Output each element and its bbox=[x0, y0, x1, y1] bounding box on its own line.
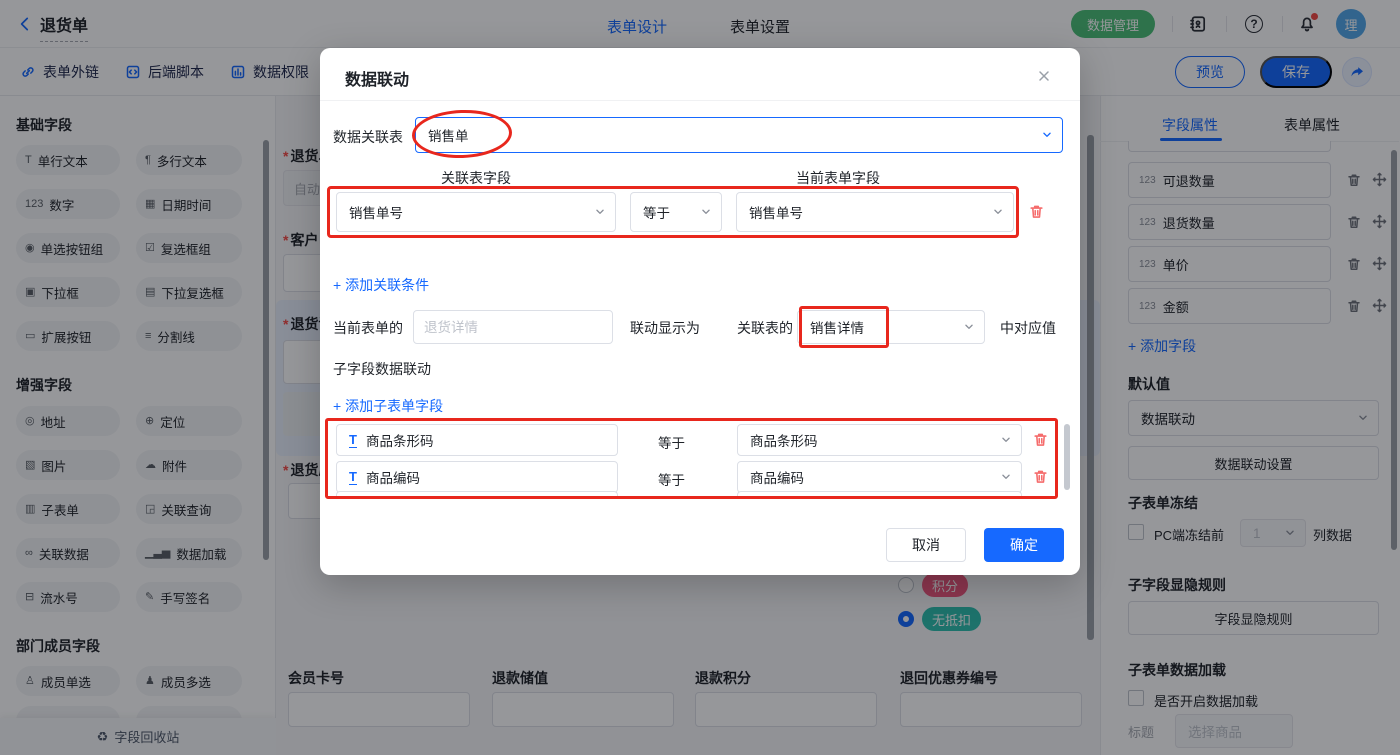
column-header-left: 关联表字段 bbox=[336, 168, 616, 188]
subrow-operator: 等于 bbox=[658, 469, 685, 489]
chevron-down-icon bbox=[999, 470, 1013, 484]
subrow-operator: 等于 bbox=[658, 432, 685, 452]
chevron-down-icon bbox=[962, 320, 976, 334]
input-value: 商品条形码 bbox=[366, 430, 434, 450]
subrow-partial bbox=[737, 491, 1022, 497]
condition-operator-select[interactable]: 等于 bbox=[630, 192, 722, 232]
add-condition-link[interactable]: + 添加关联条件 bbox=[333, 275, 429, 295]
trash-icon[interactable] bbox=[1028, 203, 1045, 220]
add-subfield-link[interactable]: + 添加子表单字段 bbox=[333, 396, 443, 416]
app-root: 退货单 表单设计 表单设置 数据管理 ? 理 表单外链 后端脚本 数据权限 预览… bbox=[0, 0, 1400, 755]
subfield-linkage-title: 子字段数据联动 bbox=[333, 359, 431, 379]
display-middle-label: 联动显示为 bbox=[630, 318, 700, 338]
chevron-down-icon bbox=[999, 433, 1013, 447]
select-value: 等于 bbox=[643, 202, 670, 222]
condition-left-select[interactable]: 销售单号 bbox=[336, 192, 616, 232]
subfield-left-barcode[interactable]: T 商品条形码 bbox=[336, 424, 618, 456]
chevron-down-icon bbox=[1040, 128, 1054, 142]
condition-right-select[interactable]: 销售单号 bbox=[736, 192, 1014, 232]
relation-table-select[interactable]: 销售单 bbox=[415, 117, 1063, 153]
confirm-button[interactable]: 确定 bbox=[984, 528, 1064, 562]
relation-table-label: 数据关联表 bbox=[333, 127, 403, 147]
text-field-icon: T bbox=[349, 433, 357, 448]
trash-icon[interactable] bbox=[1032, 431, 1049, 448]
display-value-select[interactable]: 销售详情 bbox=[797, 310, 985, 344]
chevron-down-icon bbox=[593, 205, 607, 219]
select-value: 商品编码 bbox=[750, 467, 804, 487]
subfield-right-barcode-select[interactable]: 商品条形码 bbox=[737, 424, 1022, 456]
modal-title: 数据联动 bbox=[345, 66, 409, 90]
cancel-button[interactable]: 取消 bbox=[886, 528, 966, 562]
data-linkage-modal: 数据联动 数据关联表 销售单 关联表字段 当前表单字段 销售单号 等于 销售单号… bbox=[320, 48, 1080, 575]
display-field-input[interactable] bbox=[413, 310, 613, 344]
trash-icon[interactable] bbox=[1032, 468, 1049, 485]
chevron-down-icon bbox=[699, 205, 713, 219]
select-value: 销售详情 bbox=[810, 317, 864, 337]
subfield-right-code-select[interactable]: 商品编码 bbox=[737, 461, 1022, 493]
display-relation-label: 关联表的 bbox=[737, 318, 793, 338]
subfield-left-code[interactable]: T 商品编码 bbox=[336, 461, 618, 493]
select-value: 销售单号 bbox=[749, 202, 803, 222]
chevron-down-icon bbox=[991, 205, 1005, 219]
column-header-right: 当前表单字段 bbox=[698, 168, 978, 188]
display-input-wrap bbox=[413, 310, 613, 344]
select-value: 销售单 bbox=[428, 125, 469, 145]
select-value: 销售单号 bbox=[349, 202, 403, 222]
input-value: 商品编码 bbox=[366, 467, 420, 487]
close-icon[interactable] bbox=[1036, 68, 1052, 84]
display-prefix-label: 当前表单的 bbox=[333, 318, 403, 338]
modal-scrollbar[interactable] bbox=[1064, 424, 1070, 490]
subrow-partial bbox=[336, 491, 618, 497]
text-field-icon: T bbox=[349, 470, 357, 485]
display-suffix-label: 中对应值 bbox=[1000, 318, 1056, 338]
select-value: 商品条形码 bbox=[750, 430, 818, 450]
divider bbox=[320, 100, 1080, 101]
